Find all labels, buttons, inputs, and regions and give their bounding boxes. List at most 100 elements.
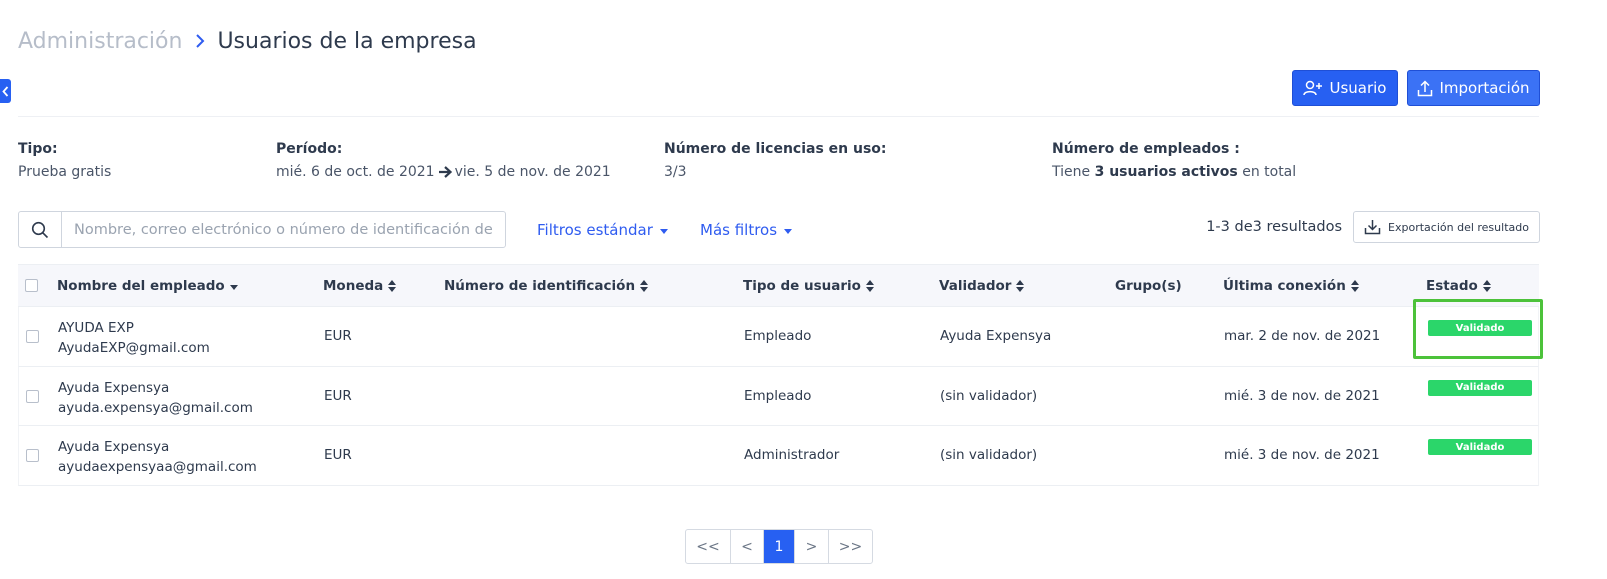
licencias-label: Número de licencias en uso: <box>664 141 887 157</box>
employee-email: AyudaEXP@gmail.com <box>58 340 210 356</box>
chevron-right-icon <box>195 33 205 49</box>
user-type-cell: Empleado <box>744 387 812 404</box>
header-last-login-label: Última conexión <box>1223 278 1346 294</box>
header-divider <box>18 116 1539 117</box>
licencias-value: 3/3 <box>664 164 687 180</box>
tipo-label: Tipo: <box>18 141 58 157</box>
last-page-button[interactable]: >> <box>829 530 872 563</box>
table-row[interactable]: AYUDA EXP AyudaEXP@gmail.com EUR Emplead… <box>18 299 1543 367</box>
caret-down-icon <box>659 229 668 234</box>
select-all-checkbox[interactable] <box>25 279 38 292</box>
export-results-button[interactable]: Exportación del resultado <box>1353 211 1540 243</box>
employee-email: ayuda.expensya@gmail.com <box>58 399 253 416</box>
page-1-button[interactable]: 1 <box>764 530 795 563</box>
row-checkbox[interactable] <box>26 330 39 343</box>
sort-icon <box>640 280 649 292</box>
upload-icon <box>1418 79 1433 96</box>
import-button[interactable]: Importación <box>1407 70 1540 106</box>
employee-name: Ayuda Expensya <box>58 379 170 396</box>
employee-cell: Ayuda Expensya ayuda.expensya@gmail.com <box>58 378 253 418</box>
add-user-label: Usuario <box>1329 79 1387 97</box>
currency-cell: EUR <box>324 387 352 404</box>
add-user-button[interactable]: Usuario <box>1292 70 1398 106</box>
header-user-type[interactable]: Tipo de usuario <box>743 278 874 294</box>
row-checkbox[interactable] <box>26 389 39 403</box>
header-status[interactable]: Estado <box>1426 278 1491 294</box>
last-login-cell: mié. 3 de nov. de 2021 <box>1224 447 1380 464</box>
sort-icon <box>1350 280 1359 292</box>
sort-desc-icon <box>229 285 238 290</box>
search-icon[interactable] <box>19 212 62 247</box>
add-user-icon <box>1303 80 1323 96</box>
validator-cell: (sin validador) <box>940 447 1038 464</box>
table-row[interactable]: Ayuda Expensya ayudaexpensyaa@gmail.com … <box>18 426 1539 486</box>
last-login-cell: mié. 3 de nov. de 2021 <box>1224 387 1380 404</box>
employee-name: AYUDA EXP <box>58 320 134 336</box>
header-groups-label: Grupo(s) <box>1115 278 1182 294</box>
info-empleados: Número de empleados : Tiene 3 usuarios a… <box>1052 141 1296 180</box>
standard-filters-dropdown[interactable]: Filtros estándar <box>537 221 668 239</box>
user-type-cell: Empleado <box>744 328 812 345</box>
header-last-login[interactable]: Última conexión <box>1223 278 1359 294</box>
caret-down-icon <box>784 229 793 234</box>
periodo-label: Período: <box>276 141 343 157</box>
export-label: Exportación del resultado <box>1388 220 1529 234</box>
info-periodo: Período: mié. 6 de oct. de 2021 vie. 5 d… <box>276 141 611 180</box>
currency-cell: EUR <box>324 328 352 345</box>
header-status-label: Estado <box>1426 278 1478 294</box>
download-icon <box>1364 220 1381 235</box>
empleados-label: Número de empleados : <box>1052 141 1240 157</box>
header-name-label: Nombre del empleado <box>57 278 225 294</box>
validator-cell: Ayuda Expensya <box>940 328 1052 345</box>
empleados-value: Tiene 3 usuarios activos en total <box>1052 164 1296 180</box>
row-checkbox[interactable] <box>26 449 39 462</box>
header-currency-label: Moneda <box>323 278 384 294</box>
breadcrumb: Administración Usuarios de la empresa <box>18 26 477 56</box>
header-validator[interactable]: Validador <box>939 278 1025 294</box>
header-groups: Grupo(s) <box>1115 278 1182 294</box>
employee-cell: Ayuda Expensya ayudaexpensyaa@gmail.com <box>58 437 257 477</box>
breadcrumb-parent-link[interactable]: Administración <box>18 29 182 54</box>
arrow-right-icon <box>438 166 452 178</box>
next-page-button[interactable]: > <box>795 530 829 563</box>
periodo-end: vie. 5 de nov. de 2021 <box>454 164 611 180</box>
status-badge: Validado <box>1428 379 1532 396</box>
sort-icon <box>1482 280 1491 292</box>
status-badge: Validado <box>1428 439 1532 455</box>
more-filters-dropdown[interactable]: Más filtros <box>700 221 793 239</box>
sort-icon <box>865 280 874 292</box>
search-input[interactable] <box>62 212 505 247</box>
standard-filters-label: Filtros estándar <box>537 221 653 239</box>
table-row[interactable]: Ayuda Expensya ayuda.expensya@gmail.com … <box>18 366 1539 426</box>
header-user-type-label: Tipo de usuario <box>743 278 861 294</box>
prev-page-button[interactable]: < <box>731 530 764 563</box>
header-currency[interactable]: Moneda <box>323 278 397 294</box>
header-id-number-label: Número de identificación <box>444 278 636 294</box>
last-login-cell: mar. 2 de nov. de 2021 <box>1224 328 1381 345</box>
user-type-cell: Administrador <box>744 447 840 464</box>
periodo-value: mié. 6 de oct. de 2021 vie. 5 de nov. de… <box>276 164 611 180</box>
info-tipo: Tipo: Prueba gratis <box>18 141 111 180</box>
header-name[interactable]: Nombre del empleado <box>57 278 238 294</box>
results-count: 1-3 de3 resultados <box>1206 219 1342 235</box>
validator-cell: (sin validador) <box>940 387 1038 404</box>
periodo-start: mié. 6 de oct. de 2021 <box>276 164 435 180</box>
users-table: Nombre del empleado Moneda Número de ide… <box>18 264 1543 486</box>
empleados-count: 3 usuarios activos <box>1094 164 1238 180</box>
sort-icon <box>388 280 397 292</box>
chevron-left-icon <box>2 85 9 97</box>
tipo-value: Prueba gratis <box>18 164 112 180</box>
first-page-button[interactable]: << <box>686 530 731 563</box>
header-validator-label: Validador <box>939 278 1012 294</box>
sidebar-collapse-button[interactable] <box>0 79 11 103</box>
employee-name: Ayuda Expensya <box>58 439 170 455</box>
import-label: Importación <box>1439 79 1530 97</box>
currency-cell: EUR <box>324 447 352 464</box>
page-title: Usuarios de la empresa <box>217 28 477 54</box>
sort-icon <box>1016 280 1025 292</box>
employee-email: ayudaexpensyaa@gmail.com <box>58 459 257 475</box>
employee-cell: AYUDA EXP AyudaEXP@gmail.com <box>58 318 210 358</box>
header-id-number[interactable]: Número de identificación <box>444 278 649 294</box>
table-header: Nombre del empleado Moneda Número de ide… <box>18 264 1539 307</box>
search-box <box>18 211 506 248</box>
